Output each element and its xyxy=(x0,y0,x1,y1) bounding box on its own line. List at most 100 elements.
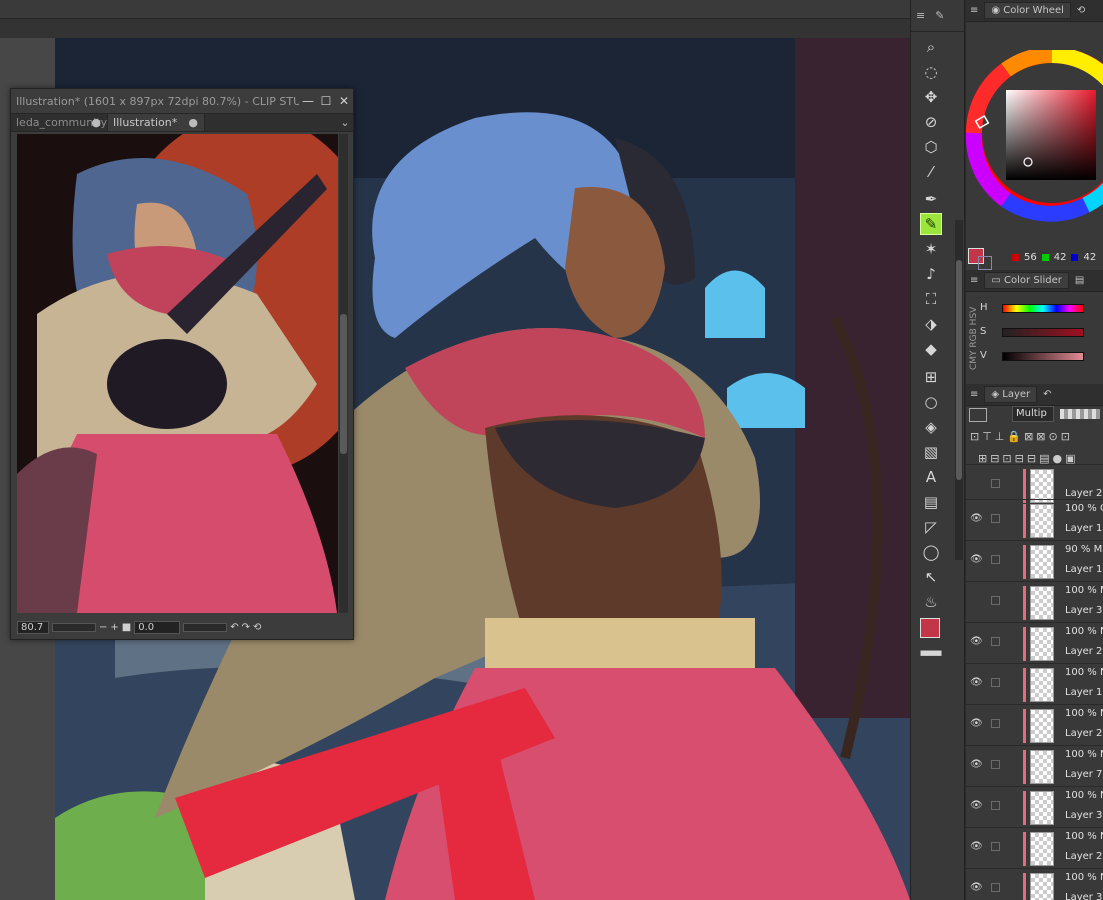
layer-select-checkbox[interactable] xyxy=(991,596,1000,605)
layer-row[interactable]: 100 % M Layer 3 Co xyxy=(966,581,1103,622)
fill-icon[interactable]: ◈ xyxy=(920,416,942,438)
layer-row[interactable]: 👁 100 % No Layer 33 xyxy=(966,786,1103,827)
visibility-eye-icon[interactable]: 👁 xyxy=(970,841,983,852)
layer-row[interactable]: 👁 100 % No Layer 29 xyxy=(966,704,1103,745)
gradient-icon[interactable]: ▧ xyxy=(920,441,942,463)
layer-select-checkbox[interactable] xyxy=(991,637,1000,646)
layer-row[interactable]: 👁 100 % No Layer 21 xyxy=(966,827,1103,868)
swap-icon[interactable]: ⟲ xyxy=(1077,5,1085,16)
pen-icon[interactable]: ✒ xyxy=(920,188,942,210)
zoom-slider[interactable] xyxy=(52,623,96,632)
move-icon[interactable]: ✥ xyxy=(920,86,942,108)
lasso-icon[interactable]: ◌ xyxy=(920,61,942,83)
tab-leda-community[interactable]: leda_community ● xyxy=(11,114,108,131)
hue-bar[interactable] xyxy=(1002,304,1084,313)
layer-select-checkbox[interactable] xyxy=(991,883,1000,892)
layer-select-checkbox[interactable] xyxy=(991,479,1000,488)
object-icon[interactable]: ⬡ xyxy=(920,136,942,158)
visibility-eye-icon[interactable]: 👁 xyxy=(970,800,983,811)
fit-icon[interactable]: ■ xyxy=(122,622,131,633)
menu-icon[interactable]: ≡ xyxy=(916,9,925,22)
value-slider[interactable]: V 22 xyxy=(980,350,1103,364)
visibility-eye-icon[interactable]: 👁 xyxy=(970,636,983,647)
brush-tab-icon[interactable]: ✎ xyxy=(935,9,944,22)
visibility-eye-icon[interactable]: 👁 xyxy=(970,759,983,770)
blend-icon[interactable]: ◆ xyxy=(920,338,942,360)
zoom-out-icon[interactable]: − xyxy=(99,622,107,633)
opacity-slider[interactable] xyxy=(1060,409,1100,419)
sub-color-swatch[interactable] xyxy=(978,256,992,270)
layer-row[interactable]: 👁 100 % No Layer 22 xyxy=(966,622,1103,663)
menu-icon[interactable]: ≡ xyxy=(970,275,978,286)
line-correction-icon[interactable]: ◯ xyxy=(920,541,942,563)
rotate-right-icon[interactable]: ↷ xyxy=(242,622,250,633)
saturation-slider[interactable]: S 25 xyxy=(980,326,1103,340)
blend-mode-select[interactable]: Multip xyxy=(1012,406,1054,422)
layer-row[interactable]: 👁 100 % No Layer 7 C xyxy=(966,745,1103,786)
shape-icon[interactable]: ○ xyxy=(920,391,942,413)
visibility-eye-icon[interactable]: 👁 xyxy=(970,554,983,565)
reset-rotation-icon[interactable]: ⟲ xyxy=(253,622,261,633)
color-wheel[interactable] xyxy=(966,50,1103,230)
navigator-scrollbar[interactable] xyxy=(339,134,348,613)
visibility-eye-icon[interactable] xyxy=(970,478,982,488)
zoom-field[interactable]: 80.7 xyxy=(17,621,49,634)
navigator-window[interactable]: Illustration* (1601 x 897px 72dpi 80.7%)… xyxy=(10,88,354,640)
zoom-in-icon[interactable]: + xyxy=(110,622,118,633)
decoration-icon[interactable]: ⛶ xyxy=(920,288,942,310)
eraser-icon[interactable]: ⬗ xyxy=(920,313,942,335)
menu-icon[interactable]: ≡ xyxy=(970,5,978,16)
zoom-icon[interactable]: ⌕ xyxy=(920,36,942,58)
chevron-down-icon[interactable]: ⌄ xyxy=(337,114,353,131)
tab-close-dot-icon[interactable]: ● xyxy=(91,114,101,131)
layer-select-checkbox[interactable] xyxy=(991,760,1000,769)
layer-select-checkbox[interactable] xyxy=(991,555,1000,564)
eyedropper-icon[interactable]: ⁄ xyxy=(920,161,942,183)
visibility-eye-icon[interactable]: 👁 xyxy=(970,718,983,729)
tab-illustration[interactable]: Illustration* ● xyxy=(108,114,205,131)
layer-row[interactable]: 👁 100 % Ov Layer 15 xyxy=(966,499,1103,540)
visibility-eye-icon[interactable] xyxy=(970,595,982,605)
layer-select-checkbox[interactable] xyxy=(991,842,1000,851)
airbrush-icon[interactable]: ♪ xyxy=(920,263,942,285)
visibility-eye-icon[interactable]: 👁 xyxy=(970,677,983,688)
main-color-swatch[interactable] xyxy=(920,618,940,638)
saturation-bar[interactable] xyxy=(1002,328,1084,337)
layer-lock-icons[interactable]: ⊡⊤⊥🔒⊠⊠⊙⊡ xyxy=(970,430,1073,443)
tab-close-dot-icon[interactable]: ● xyxy=(188,114,198,131)
minimize-icon[interactable]: — xyxy=(299,94,317,108)
tab-color-slider[interactable]: ▭ Color Slider xyxy=(984,272,1069,289)
pencil-icon[interactable]: ✎ xyxy=(920,213,942,235)
scroll-thumb[interactable] xyxy=(340,314,347,454)
balloon-icon[interactable]: ◸ xyxy=(920,516,942,538)
rotation-field[interactable]: 0.0 xyxy=(134,621,181,634)
layer-select-checkbox[interactable] xyxy=(991,678,1000,687)
hue-slider[interactable]: H xyxy=(980,302,1103,316)
scroll-thumb[interactable] xyxy=(956,260,962,480)
history-icon[interactable]: ▤ xyxy=(1075,275,1084,286)
layer-select-checkbox[interactable] xyxy=(991,801,1000,810)
navigator-titlebar[interactable]: Illustration* (1601 x 897px 72dpi 80.7%)… xyxy=(11,89,353,113)
correct-line-icon[interactable]: ↖ xyxy=(920,566,942,588)
visibility-eye-icon[interactable]: 👁 xyxy=(970,882,983,893)
layer-row[interactable]: 👁 100 % No Layer 31 xyxy=(966,868,1103,900)
transparent-color-icon[interactable]: ▀▀▀ xyxy=(920,652,942,662)
value-bar[interactable] xyxy=(1002,352,1084,361)
visibility-eye-icon[interactable]: 👁 xyxy=(970,513,983,524)
rotation-slider[interactable] xyxy=(183,623,228,632)
layer-row[interactable]: 👁 90 % Mu Layer 14 xyxy=(966,540,1103,581)
tool-scrollbar[interactable] xyxy=(955,220,963,560)
operation-icon[interactable]: ⊘ xyxy=(920,111,942,133)
tab-layer[interactable]: ◈ Layer xyxy=(984,386,1038,403)
menu-icon[interactable]: ≡ xyxy=(970,389,978,400)
frame-icon[interactable]: ⊞ xyxy=(920,366,942,388)
rotate-left-icon[interactable]: ↶ xyxy=(230,622,238,633)
undo-icon[interactable]: ↶ xyxy=(1043,389,1051,400)
brush-icon[interactable]: ✶ xyxy=(920,238,942,260)
layer-property-icon[interactable] xyxy=(969,408,987,422)
layer-row[interactable]: 👁 100 % No Layer 13 xyxy=(966,663,1103,704)
close-icon[interactable]: ✕ xyxy=(335,94,353,108)
navigator-preview[interactable] xyxy=(17,134,338,613)
layer-select-checkbox[interactable] xyxy=(991,719,1000,728)
fill-drop-icon[interactable]: ♨ xyxy=(920,591,942,613)
